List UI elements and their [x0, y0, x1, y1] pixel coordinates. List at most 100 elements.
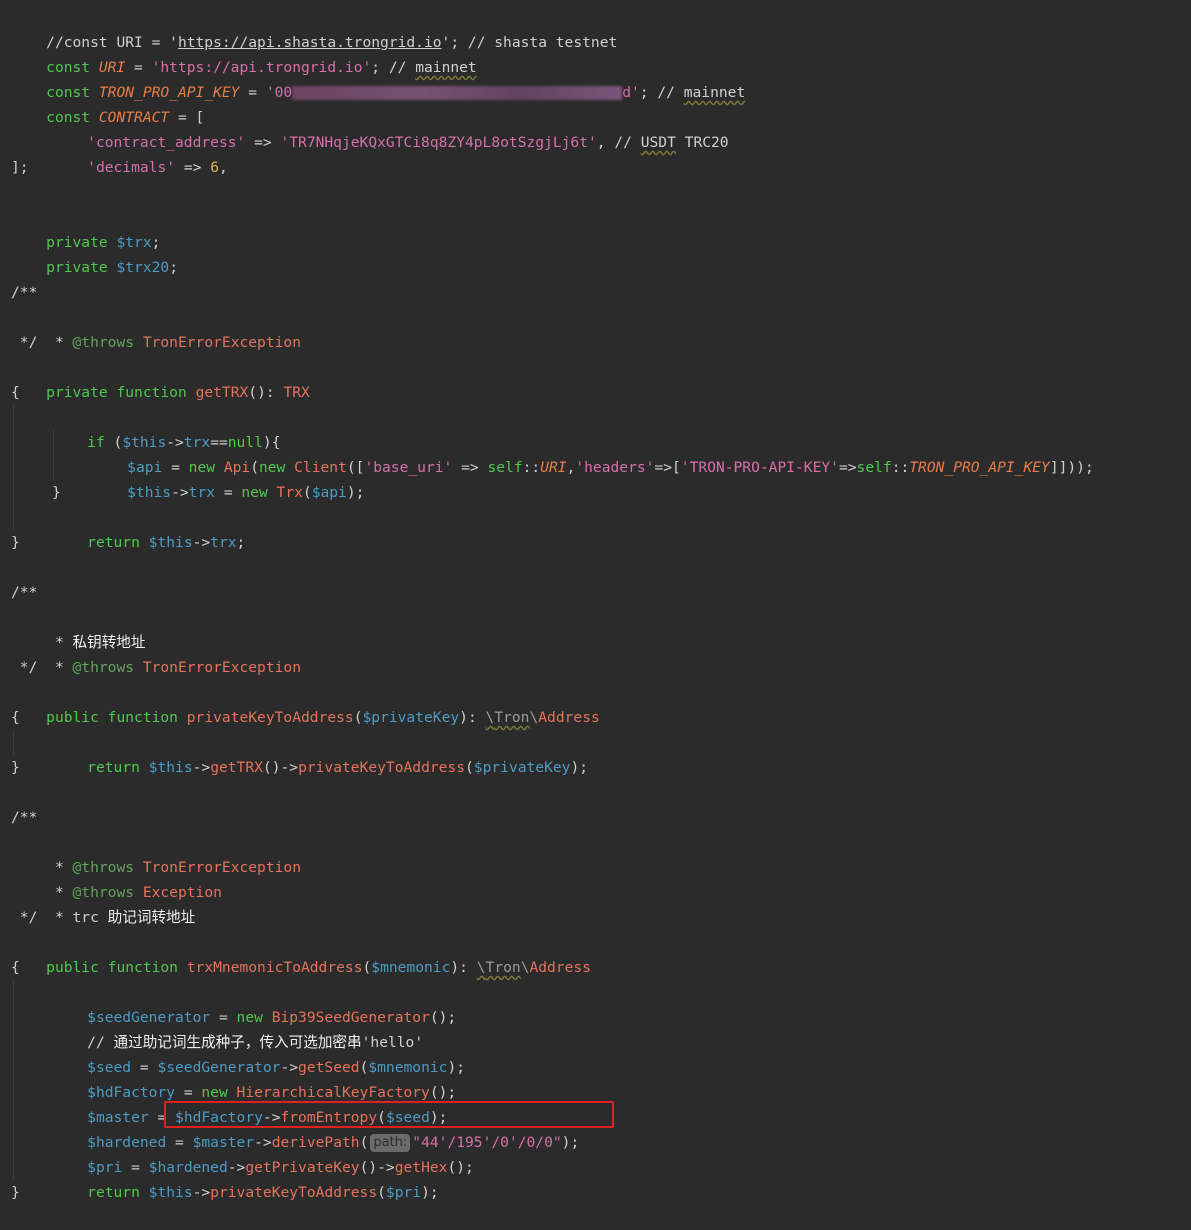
code-line-40: $seedGenerator = new Bip39SeedGenerator(…: [52, 980, 456, 1026]
punctuation: (: [302, 484, 312, 501]
punctuation: ;: [236, 534, 246, 551]
code-line-19: $this->trx = new Trx($api);: [92, 455, 364, 501]
variable: $privateKey: [473, 759, 571, 776]
keyword: private: [46, 259, 108, 276]
code-line-3: const TRON_PRO_API_KEY = '00 d'; // mainn…: [11, 55, 745, 101]
code-line-21: return $this->trx;: [52, 505, 245, 551]
comment-text: USDT: [640, 134, 676, 151]
indent-guide: [13, 980, 14, 1180]
namespace: Tron: [485, 959, 521, 976]
punctuation: );: [561, 1134, 580, 1151]
doc-tag: @throws: [72, 659, 135, 676]
code-line-12: /**: [11, 284, 38, 301]
punctuation: );: [421, 1184, 439, 1201]
function-name: privateKeyToAddress: [186, 709, 354, 726]
operator: ->: [192, 759, 211, 776]
string-literal: 'TR7NHqjeKQxGTCi8q8ZY4pL8otSzgjLj6t': [280, 134, 597, 151]
code-line-10: private $trx20;: [11, 230, 178, 276]
punctuation: ()->: [262, 759, 299, 776]
function-name: trxMnemonicToAddress: [186, 959, 363, 976]
operator: ->: [171, 484, 189, 501]
keyword: return: [87, 759, 140, 776]
keyword: public: [46, 709, 99, 726]
string-literal: '00: [265, 84, 293, 101]
operator: =: [239, 84, 266, 101]
code-line-36: * trc 助记词转地址: [11, 880, 195, 926]
punctuation: ():: [248, 384, 284, 401]
highlight-annotation-box: [164, 1101, 614, 1128]
code-line-43: $hdFactory = new HierarchicalKeyFactory(…: [52, 1055, 456, 1101]
doc-tag: @throws: [72, 334, 135, 351]
code-line-31: }: [11, 759, 20, 776]
operator: =>: [452, 459, 488, 476]
method-call: privateKeyToAddress: [298, 759, 465, 776]
namespace-separator: \: [529, 709, 539, 726]
code-line-25: * 私钥转地址: [11, 605, 146, 651]
code-line-17: if ($this->trx==null){: [52, 405, 280, 451]
code-line-48: }: [11, 1184, 20, 1201]
string-literal: 'decimals': [87, 159, 176, 176]
code-line-47: return $this->privateKeyToAddress($pri);: [52, 1155, 439, 1201]
punctuation: , //: [596, 134, 641, 151]
code-line-46: $pri = $hardened->getPrivateKey()->getHe…: [52, 1130, 474, 1176]
function-name: getTRX: [195, 384, 249, 401]
code-line-1: //const URI = 'https://api.shasta.trongr…: [11, 5, 617, 51]
code-line-37: */: [11, 909, 38, 926]
variable: $api: [311, 484, 347, 501]
number-literal: 6: [210, 159, 219, 176]
namespace-separator: \: [476, 959, 486, 976]
method-call: getTRX: [210, 759, 263, 776]
keyword: private: [46, 384, 108, 401]
variable: $this: [148, 1184, 193, 1201]
class-name: Trx: [276, 484, 303, 501]
punctuation: ]]));: [1049, 459, 1094, 476]
keyword: function: [116, 384, 187, 401]
doc-star: *: [46, 334, 73, 351]
keyword: public: [46, 959, 99, 976]
operator: ::: [891, 459, 910, 476]
doc-text: trc: [72, 909, 108, 926]
punctuation: (: [362, 959, 372, 976]
class-name: TronErrorException: [142, 659, 301, 676]
code-line-5: 'contract_address' => 'TR7NHqjeKQxGTCi8q…: [52, 105, 728, 151]
keyword: function: [107, 959, 178, 976]
variable: $privateKey: [362, 709, 460, 726]
variable: $trx20: [116, 259, 170, 276]
code-line-2: const URI = 'https://api.trongrid.io'; /…: [11, 30, 477, 76]
namespace: Tron: [494, 709, 530, 726]
punctuation: ();: [447, 1159, 474, 1176]
punctuation: ;: [169, 259, 178, 276]
punctuation: ):: [459, 709, 486, 726]
variable: $this: [148, 759, 193, 776]
code-line-9: private $trx;: [11, 205, 160, 251]
operator: =>: [838, 459, 857, 476]
code-line-41: // 通过助记词生成种子，传入可选加密串'hello': [52, 1005, 423, 1051]
string-literal: 'base_uri': [364, 459, 453, 476]
code-line-38: public function trxMnemonicToAddress($mn…: [11, 930, 591, 976]
constant-name: TRON_PRO_API_KEY: [909, 459, 1050, 476]
keyword: self: [487, 459, 523, 476]
punctuation: ();: [429, 1009, 457, 1026]
punctuation: );: [570, 759, 589, 776]
code-editor[interactable]: //const URI = 'https://api.shasta.trongr…: [0, 0, 1191, 1225]
keyword: function: [107, 709, 178, 726]
keyword: return: [87, 534, 140, 551]
operator: ::: [522, 459, 541, 476]
punctuation: (: [377, 1184, 386, 1201]
doc-text: 助记词转地址: [107, 909, 196, 926]
operator: =>[: [654, 459, 681, 476]
return-type: Address: [538, 709, 600, 726]
string-literal: 'headers': [575, 459, 655, 476]
redacted-api-key: [292, 86, 623, 100]
string-literal: d': [622, 84, 640, 101]
namespace-separator: \: [485, 709, 495, 726]
operator: ->: [192, 1184, 211, 1201]
code-line-34: * @throws TronErrorException: [11, 830, 301, 876]
variable: $this: [148, 534, 193, 551]
code-line-29: {: [11, 709, 20, 726]
code-line-20: }: [52, 484, 61, 501]
comment-text: TRC20: [675, 134, 729, 151]
property: trx: [188, 484, 216, 501]
code-line-26: * @throws TronErrorException: [11, 630, 301, 676]
punctuation: (: [465, 759, 474, 776]
